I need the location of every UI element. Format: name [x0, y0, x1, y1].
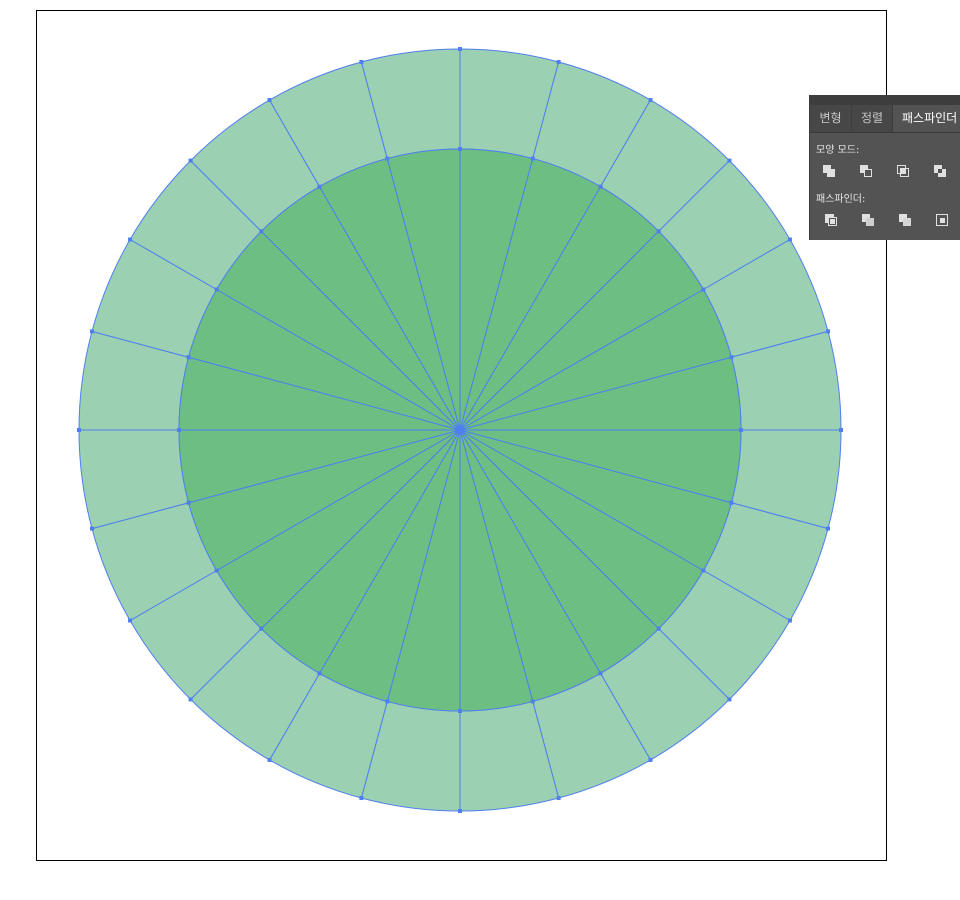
exclude-button[interactable]	[931, 162, 949, 180]
shape-modes-label: 모양 모드:	[816, 145, 860, 156]
anchor-point[interactable]	[128, 618, 133, 623]
tab-align[interactable]: 정렬	[852, 105, 893, 132]
anchor-point[interactable]	[458, 809, 462, 813]
divide-icon	[825, 214, 837, 226]
pathfinder-panel[interactable]: 변형 정렬 패스파인더 모양 모드: 패스파인더:	[809, 95, 960, 240]
anchor-point[interactable]	[458, 709, 462, 713]
anchor-point[interactable]	[787, 237, 792, 242]
anchor-point[interactable]	[729, 355, 734, 360]
shape-modes-row	[810, 162, 960, 182]
canvas-area[interactable]: 변형 정렬 패스파인더 모양 모드: 패스파인더:	[0, 0, 960, 900]
anchor-point[interactable]	[648, 757, 653, 762]
anchor-point[interactable]	[826, 329, 831, 334]
pathfinders-label: 패스파인더:	[816, 194, 866, 205]
unite-icon	[823, 165, 835, 177]
anchor-point[interactable]	[186, 500, 191, 505]
anchor-point[interactable]	[739, 428, 743, 432]
trim-button[interactable]	[859, 211, 877, 229]
anchor-point[interactable]	[77, 428, 81, 432]
divide-button[interactable]	[822, 211, 840, 229]
anchor-point[interactable]	[317, 184, 322, 189]
anchor-point[interactable]	[89, 526, 94, 531]
panel-title-bar[interactable]	[810, 95, 960, 105]
anchor-point[interactable]	[186, 355, 191, 360]
anchor-point[interactable]	[214, 287, 219, 292]
anchor-point[interactable]	[267, 757, 272, 762]
anchor-point[interactable]	[701, 287, 706, 292]
minus-front-button[interactable]	[857, 162, 875, 180]
anchor-point[interactable]	[530, 156, 535, 161]
anchor-point[interactable]	[701, 568, 706, 573]
anchor-point[interactable]	[598, 671, 603, 676]
anchor-point[interactable]	[839, 428, 843, 432]
minus-front-icon	[860, 165, 872, 177]
anchor-point[interactable]	[648, 98, 653, 103]
anchor-point[interactable]	[259, 229, 264, 234]
anchor-point[interactable]	[385, 156, 390, 161]
merge-button[interactable]	[896, 211, 914, 229]
trim-icon	[862, 214, 874, 226]
anchor-point[interactable]	[89, 329, 94, 334]
pathfinders-row	[810, 211, 960, 231]
anchor-point[interactable]	[530, 699, 535, 704]
intersect-button[interactable]	[894, 162, 912, 180]
merge-icon	[899, 214, 911, 226]
anchor-point[interactable]	[267, 98, 272, 103]
anchor-point[interactable]	[556, 796, 561, 801]
anchor-point[interactable]	[787, 618, 792, 623]
crop-icon	[936, 214, 948, 226]
intersect-icon	[897, 165, 909, 177]
center-anchor-point[interactable]	[455, 425, 465, 435]
anchor-point[interactable]	[598, 184, 603, 189]
exclude-icon	[934, 165, 946, 177]
tab-transform[interactable]: 변형	[810, 105, 852, 132]
unite-button[interactable]	[820, 162, 838, 180]
anchor-point[interactable]	[458, 47, 462, 51]
anchor-point[interactable]	[826, 526, 831, 531]
panel-tab-bar: 변형 정렬 패스파인더	[810, 105, 960, 133]
anchor-point[interactable]	[177, 428, 181, 432]
anchor-point[interactable]	[729, 500, 734, 505]
tab-pathfinder[interactable]: 패스파인더	[893, 105, 960, 132]
anchor-point[interactable]	[317, 671, 322, 676]
anchor-point[interactable]	[458, 147, 462, 151]
anchor-point[interactable]	[656, 626, 661, 631]
anchor-point[interactable]	[359, 59, 364, 64]
anchor-point[interactable]	[188, 697, 193, 702]
anchor-point[interactable]	[259, 626, 264, 631]
anchor-point[interactable]	[656, 229, 661, 234]
anchor-point[interactable]	[727, 697, 732, 702]
anchor-point[interactable]	[128, 237, 133, 242]
crop-button[interactable]	[933, 211, 951, 229]
anchor-point[interactable]	[727, 158, 732, 163]
anchor-point[interactable]	[214, 568, 219, 573]
anchor-point[interactable]	[385, 699, 390, 704]
anchor-point[interactable]	[188, 158, 193, 163]
anchor-point[interactable]	[556, 59, 561, 64]
anchor-point[interactable]	[359, 796, 364, 801]
